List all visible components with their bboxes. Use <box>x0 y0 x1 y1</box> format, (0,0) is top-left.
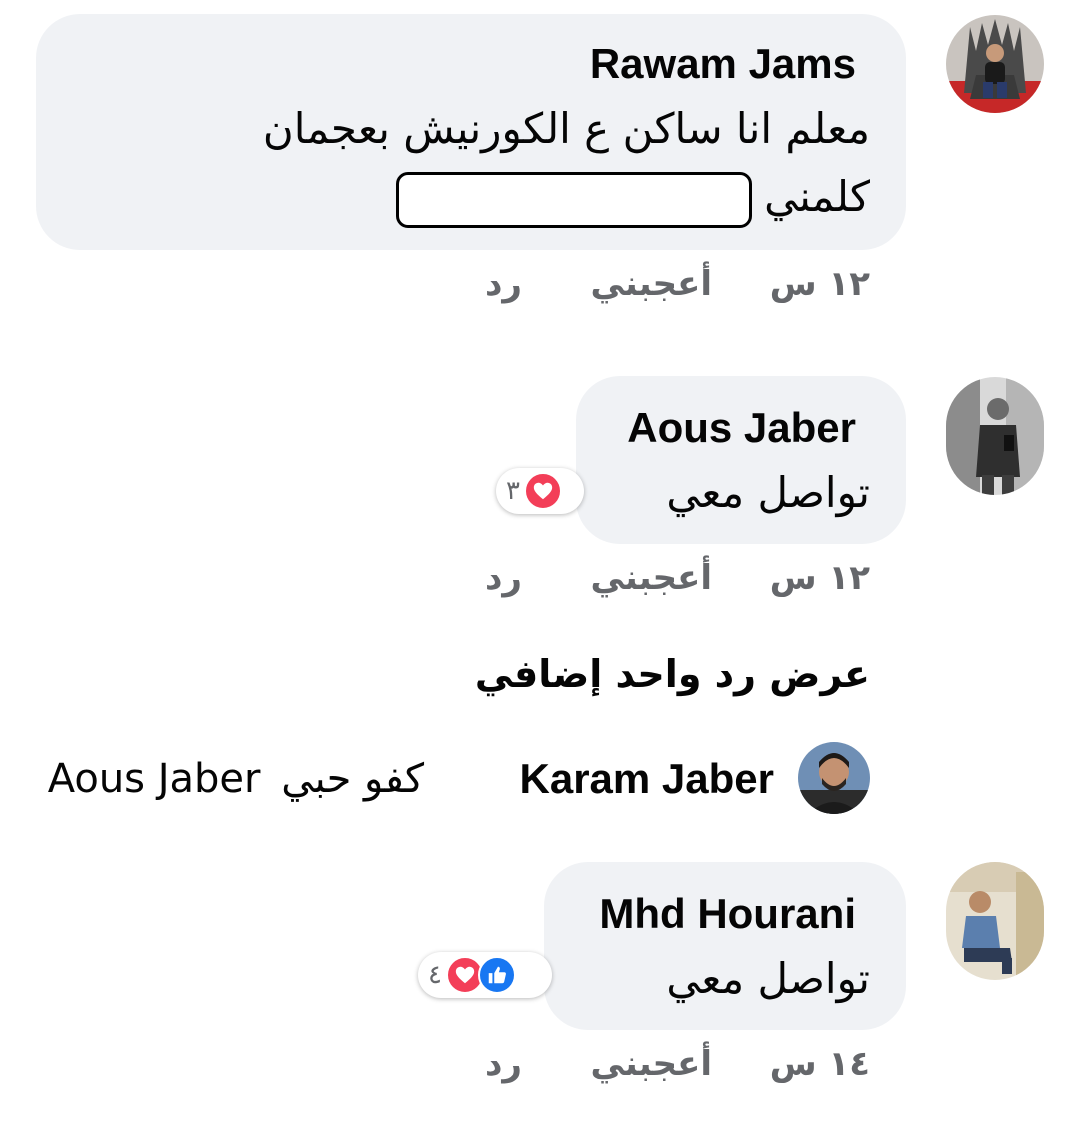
love-icon <box>523 472 562 510</box>
like-button[interactable]: أعجبني <box>590 264 712 304</box>
reply-body: كفو حبي <box>281 756 424 802</box>
view-more-replies-link[interactable]: عرض رد واحد إضافي <box>475 652 870 696</box>
avatar-mhd-hourani[interactable] <box>946 862 1044 980</box>
comment-timestamp[interactable]: ١٢ س <box>770 558 870 598</box>
comment-text: تواصل معي <box>666 954 870 1003</box>
comment-author[interactable]: Mhd Hourani <box>599 890 856 938</box>
reaction-count: ٣ <box>506 476 520 506</box>
like-button[interactable]: أعجبني <box>590 558 712 598</box>
avatar-image <box>946 15 1044 113</box>
reply-button[interactable]: رد <box>485 558 522 598</box>
like-icon <box>477 956 516 994</box>
avatar-karam-jaber[interactable] <box>798 742 870 814</box>
reaction-count: ٤ <box>428 960 442 990</box>
comment-text: تواصل معي <box>666 468 870 517</box>
comment-text: كلمني <box>764 172 870 221</box>
reactions-summary[interactable]: ٤ <box>418 952 552 998</box>
reply-mention[interactable]: Aous Jaber <box>48 756 261 802</box>
avatar-image <box>798 742 870 814</box>
avatar-image <box>946 862 1044 980</box>
comment-author[interactable]: Aous Jaber <box>627 404 856 452</box>
comment-text: معلم انا ساكن ع الكورنيش بعجمان <box>262 104 870 153</box>
reply-author[interactable]: Karam Jaber <box>520 755 774 803</box>
avatar-image <box>946 377 1044 495</box>
avatar-rawam-jams[interactable] <box>946 15 1044 113</box>
comment-bubble[interactable] <box>576 376 906 544</box>
comment-author[interactable]: Rawam Jams <box>590 40 856 88</box>
reactions-summary[interactable]: ٣ <box>496 468 584 514</box>
reply-button[interactable]: رد <box>485 1044 522 1084</box>
comment-timestamp[interactable]: ١٢ س <box>770 264 870 304</box>
reply-button[interactable]: رد <box>485 264 522 304</box>
comment-timestamp[interactable]: ١٤ س <box>770 1044 870 1084</box>
comment-bubble[interactable] <box>544 862 906 1030</box>
avatar-aous-jaber[interactable] <box>946 377 1044 495</box>
redaction-box <box>396 172 752 228</box>
like-button[interactable]: أعجبني <box>590 1044 712 1084</box>
reply-preview-text: Aous Jaber كفو حبي <box>48 756 424 802</box>
